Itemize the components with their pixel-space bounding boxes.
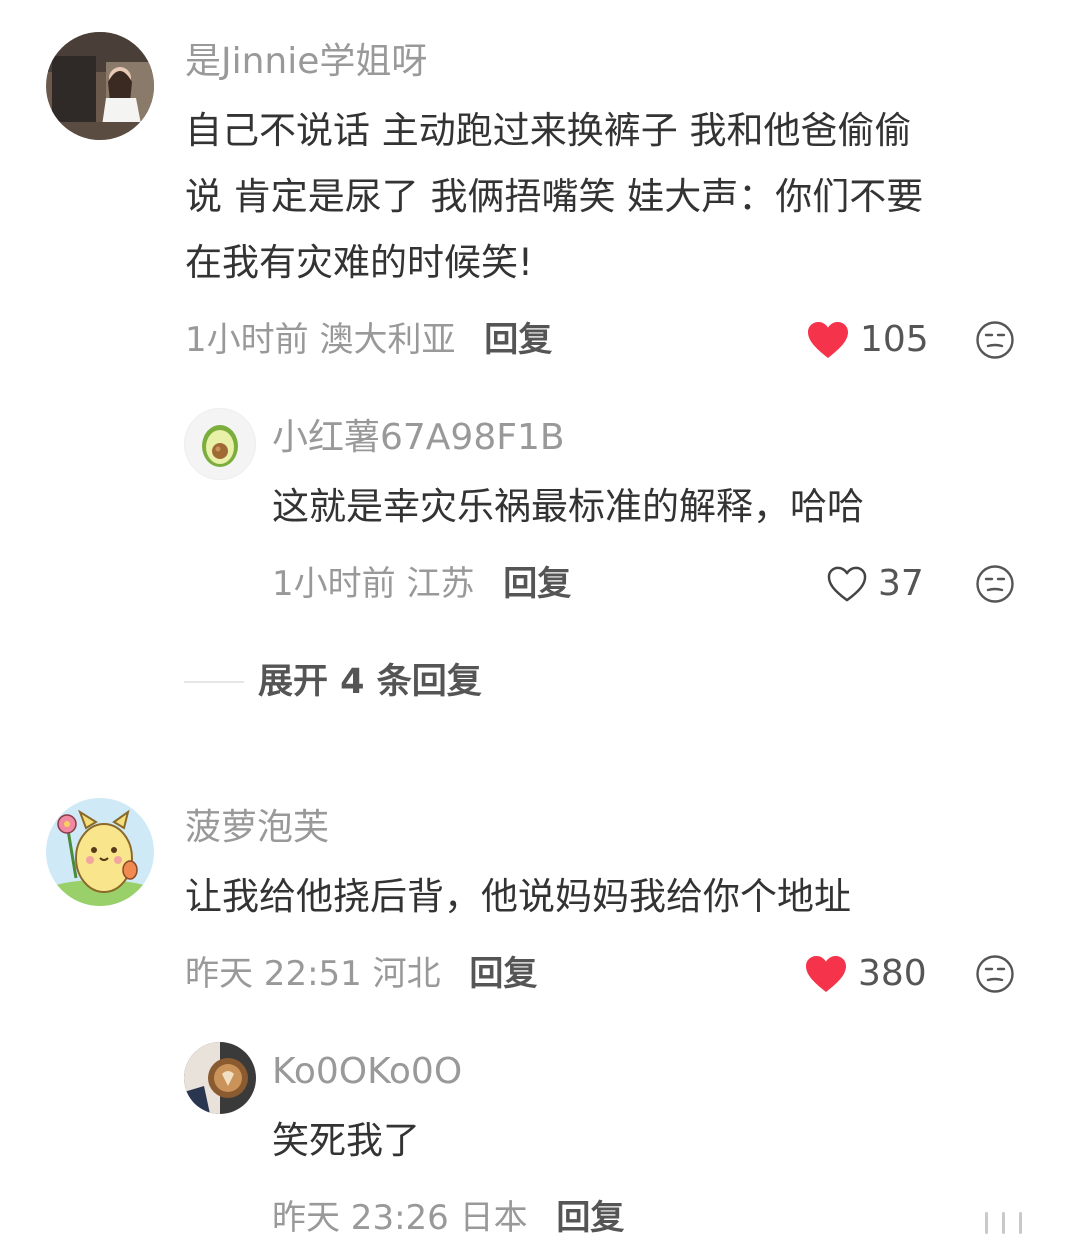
comment-meta: 昨天 22:51 河北 回复 — [185, 952, 537, 996]
comment-text: 自己不说话 主动跑过来换裤子 我和他爸偷偷 说 肯定是尿了 我俩捂嘴笑 娃大声：… — [185, 98, 1035, 296]
comment-username[interactable]: 是Jinnie学姐呀 — [185, 40, 427, 84]
comment-time-location: 1小时前 澳大利亚 — [185, 320, 456, 360]
avatar[interactable] — [46, 32, 154, 140]
comment-text-line: 自己不说话 主动跑过来换裤子 我和他爸偷偷 — [185, 109, 912, 152]
like-count: 380 — [858, 953, 927, 994]
expand-replies-button[interactable]: 展开 4 条回复 — [258, 660, 482, 704]
heart-icon — [806, 956, 846, 992]
avatar[interactable] — [46, 798, 154, 906]
reply-button[interactable]: 回复 — [556, 1198, 624, 1238]
neutral-face-icon[interactable] — [975, 954, 1015, 994]
heart-icon — [808, 322, 848, 358]
like-button[interactable]: 380 — [804, 952, 927, 996]
reply-text: 这就是幸灾乐祸最标准的解释，哈哈 — [272, 485, 864, 528]
watermark-mark — [985, 1212, 1022, 1234]
reply-username[interactable]: Ko0OKo0O — [272, 1050, 462, 1094]
comment-text-line: 在我有灾难的时候笑! — [185, 241, 533, 284]
neutral-face-icon[interactable] — [975, 564, 1015, 604]
like-count: 105 — [860, 319, 929, 360]
reply-button[interactable]: 回复 — [484, 320, 552, 360]
reply-button[interactable]: 回复 — [469, 954, 537, 994]
comment-username[interactable]: 菠萝泡芙 — [185, 806, 329, 850]
avatar[interactable] — [184, 1042, 256, 1114]
like-button[interactable]: 37 — [826, 562, 924, 606]
reply-time-location: 昨天 23:26 日本 — [272, 1198, 528, 1238]
like-count: 37 — [878, 563, 924, 604]
neutral-face-icon[interactable] — [975, 320, 1015, 360]
comment-text-line: 说 肯定是尿了 我俩捂嘴笑 娃大声：你们不要 — [185, 175, 924, 218]
avatar[interactable] — [184, 408, 256, 480]
reply-meta: 1小时前 江苏 回复 — [272, 562, 571, 606]
reply-button[interactable]: 回复 — [503, 564, 571, 604]
comment-time-location: 昨天 22:51 河北 — [185, 954, 441, 994]
expand-divider — [184, 681, 244, 683]
comment-text: 让我给他挠后背，他说妈妈我给你个地址 — [185, 875, 851, 918]
comment-meta: 1小时前 澳大利亚 回复 — [185, 318, 552, 362]
reply-username[interactable]: 小红薯67A98F1B — [272, 416, 565, 460]
heart-outline-icon — [827, 566, 867, 602]
like-button[interactable]: 105 — [806, 318, 929, 362]
reply-text: 笑死我了 — [272, 1119, 420, 1162]
reply-meta: 昨天 23:26 日本 回复 — [272, 1196, 624, 1240]
reply-time-location: 1小时前 江苏 — [272, 564, 475, 604]
